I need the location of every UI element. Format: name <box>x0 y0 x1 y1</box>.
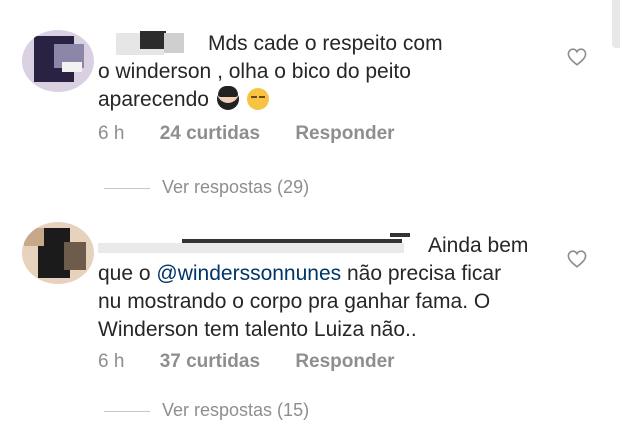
reply-button[interactable]: Responder <box>295 351 394 373</box>
comment-meta: 6 h 24 curtidas Responder <box>98 123 395 145</box>
comment-time: 6 h <box>98 123 125 144</box>
comment-text: Ainda bem que o @winderssonnunes não pre… <box>98 233 529 341</box>
avatar[interactable] <box>22 30 94 92</box>
divider-line <box>104 187 150 189</box>
mention-link[interactable]: @winderssonnunes <box>156 262 341 285</box>
view-replies-label: Ver respostas (15) <box>162 400 310 420</box>
view-replies-label: Ver respostas (29) <box>162 177 310 197</box>
comment-time: 6 h <box>98 351 125 372</box>
view-replies-button[interactable]: Ver respostas (29) <box>104 177 309 198</box>
reply-button[interactable]: Responder <box>295 123 394 145</box>
avatar[interactable] <box>22 222 94 284</box>
woman-emoji <box>216 86 239 110</box>
scrollbar[interactable] <box>612 0 620 48</box>
view-replies-button[interactable]: Ver respostas (15) <box>104 400 309 421</box>
divider-line <box>104 410 150 412</box>
comment-text: Mds cade o respeito com o winderson , ol… <box>98 31 443 111</box>
comment-meta: 6 h 37 curtidas Responder <box>98 351 395 373</box>
pensive-face-emoji <box>246 88 269 110</box>
username-redacted[interactable] <box>98 31 208 55</box>
likes-count[interactable]: 37 curtidas <box>160 351 260 373</box>
heart-outline-icon[interactable] <box>567 250 587 268</box>
likes-count[interactable]: 24 curtidas <box>160 123 260 145</box>
heart-outline-icon[interactable] <box>567 48 587 66</box>
username-redacted[interactable] <box>98 233 428 255</box>
